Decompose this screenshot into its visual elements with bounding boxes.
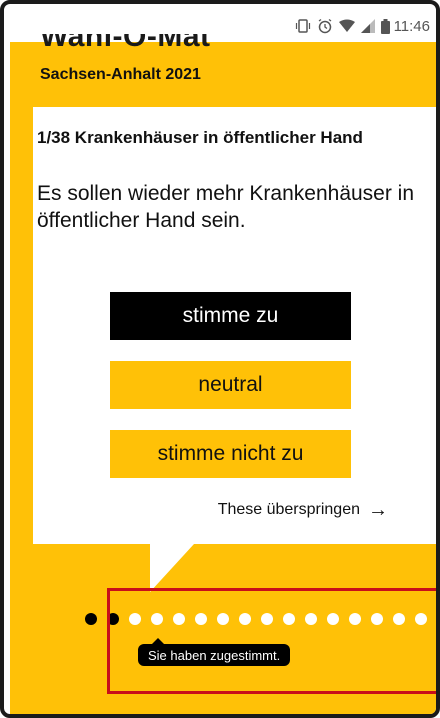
app-screen: 11:46 Wahl-O-Mat Sachsen-Anhalt 2021 1/3… [10,10,438,714]
progress-dot[interactable] [85,612,97,625]
skip-thesis-label: These überspringen [217,501,360,518]
vibrate-icon [295,18,311,34]
phone-frame: 11:46 Wahl-O-Mat Sachsen-Anhalt 2021 1/3… [0,0,440,718]
neutral-button[interactable]: neutral [110,361,351,409]
agree-button[interactable]: stimme zu [110,292,351,340]
thesis-card-pointer [150,544,194,592]
wifi-icon [338,19,355,33]
election-subtitle: Sachsen-Anhalt 2021 [40,66,201,83]
thesis-text: Es sollen wieder mehr Krankenhäuser in ö… [37,182,415,232]
thesis-title: 1/38 Krankenhäuser in öffentlicher Hand [37,128,363,147]
signal-icon [360,19,375,33]
alarm-icon [317,18,333,34]
disagree-button[interactable]: stimme nicht zu [110,430,351,478]
status-time: 11:46 [393,17,430,35]
arrow-right-icon: → [368,499,388,521]
battery-icon [380,18,390,34]
app-logo-text: Wahl-O-Mat [40,34,211,52]
progress-dot[interactable] [437,613,438,625]
app-logo: Wahl-O-Mat [40,34,300,52]
highlight-box [107,588,436,694]
skip-thesis-link[interactable]: These überspringen → [217,499,388,521]
